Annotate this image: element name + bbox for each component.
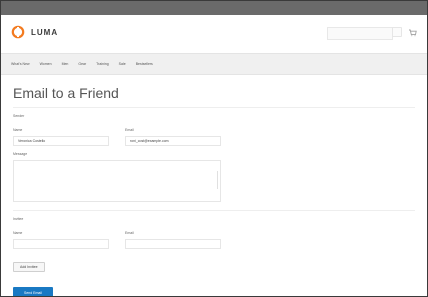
logo[interactable]: LUMA [11, 25, 58, 39]
invitee-row: Name Email [13, 231, 415, 249]
sender-section-title: Sender [13, 114, 25, 118]
sender-name-input[interactable]: Veronica Costello [13, 136, 109, 146]
sender-name-label: Name [13, 128, 23, 132]
message-textarea[interactable] [13, 160, 221, 202]
add-invitee-button[interactable]: Add Invitee [13, 262, 45, 272]
invitee-name-input[interactable] [13, 239, 109, 249]
header-icons [392, 27, 417, 37]
nav-item-bestsellers[interactable]: Bestsellers [136, 62, 153, 66]
top-bar [1, 1, 427, 15]
invitee-email-field: Email [125, 231, 221, 249]
page-title: Email to a Friend [13, 85, 119, 101]
invitee-name-field: Name [13, 231, 109, 249]
nav-item-gear[interactable]: Gear [78, 62, 86, 66]
main-content: Email to a Friend Sender Name Veronica C… [1, 75, 427, 296]
sender-row: Name Veronica Costello Email roni_cost@e… [13, 128, 415, 146]
send-email-button[interactable]: Send Email [13, 287, 53, 296]
textarea-resize-handle[interactable] [217, 171, 218, 189]
nav-item-men[interactable]: Men [62, 62, 69, 66]
browser-frame: LUMA What's New Women Men Gear Training … [0, 0, 428, 297]
nav-item-sale[interactable]: Sale [119, 62, 126, 66]
sender-section: Sender Name Veronica Costello Email roni… [13, 107, 415, 202]
invitee-name-label: Name [13, 231, 23, 235]
logo-text: LUMA [31, 27, 59, 37]
invitee-email-label: Email [125, 231, 134, 235]
luma-logo-icon [11, 25, 25, 39]
site-header: LUMA [1, 15, 427, 49]
nav-item-training[interactable]: Training [96, 62, 109, 66]
message-label: Message [13, 152, 28, 156]
primary-nav: What's New Women Men Gear Training Sale … [1, 53, 427, 75]
sender-name-field: Name Veronica Costello [13, 128, 109, 146]
sender-email-label: Email [125, 128, 134, 132]
search-input[interactable] [327, 27, 393, 40]
sender-email-field: Email roni_cost@example.com [125, 128, 221, 146]
invitee-section: Invitee Name Email Add Invitee [13, 210, 415, 273]
invitee-section-title: Invitee [13, 217, 24, 221]
invitee-email-input[interactable] [125, 239, 221, 249]
cart-icon[interactable] [408, 28, 417, 37]
sender-email-input[interactable]: roni_cost@example.com [125, 136, 221, 146]
search-icon[interactable] [392, 27, 402, 37]
nav-item-women[interactable]: Women [40, 62, 52, 66]
nav-item-whats-new[interactable]: What's New [11, 62, 30, 66]
